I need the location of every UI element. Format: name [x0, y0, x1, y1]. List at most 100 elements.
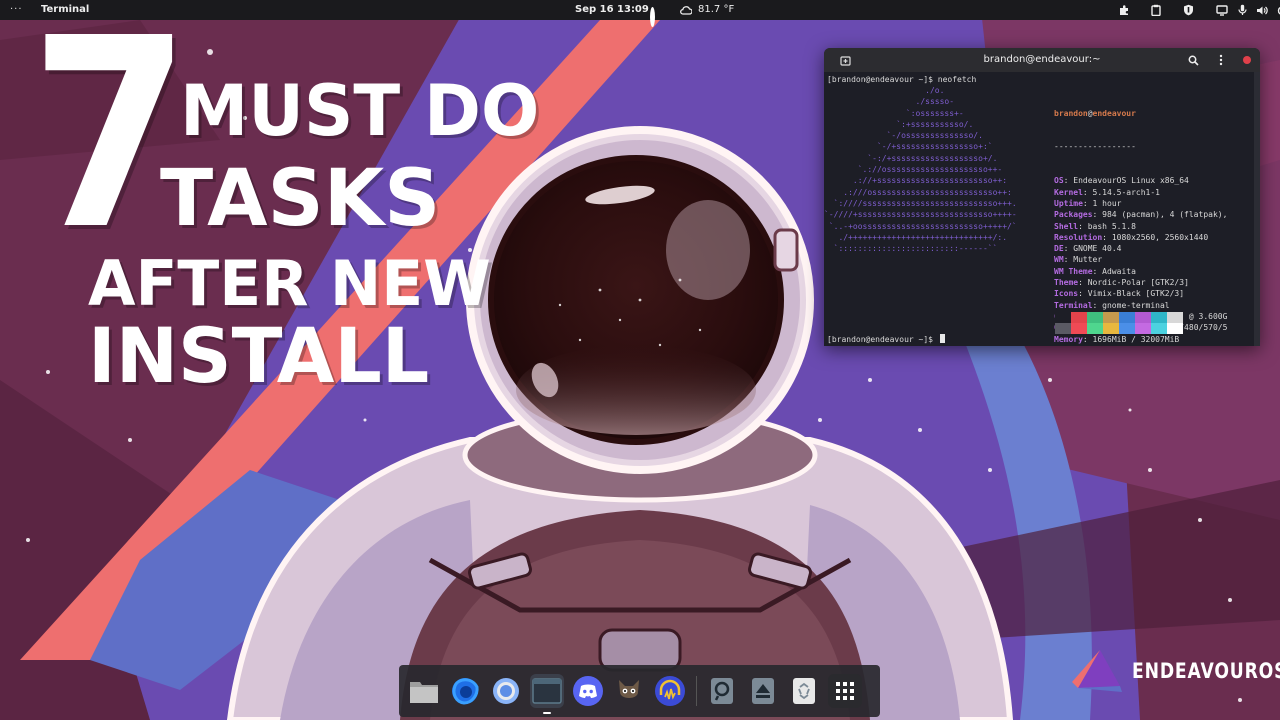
- clipboard-icon[interactable]: [1149, 3, 1163, 17]
- palette-row: [1055, 323, 1183, 334]
- cloud-icon: [680, 6, 692, 15]
- info-value: Nordic-Polar [GTK2/3]: [1087, 278, 1189, 288]
- logo-line: `..-+oosssssssssssssssssssssssso+++++/`: [824, 221, 1017, 231]
- info-key: Packages: [1054, 210, 1093, 220]
- username: brandon: [1054, 108, 1088, 118]
- dock-gimp-app[interactable]: [612, 674, 646, 708]
- headline-line-4: INSTALL: [88, 311, 430, 400]
- active-prompt[interactable]: [brandon@endeavour ~]$: [827, 334, 945, 345]
- terminal-output[interactable]: [brandon@endeavour ~]$ neofetch ./o. ./s…: [824, 72, 1260, 346]
- top-bar: ··· Terminal Sep 16 13:09 81.7 °F: [0, 0, 1280, 27]
- terminal-scrollbar[interactable]: [1254, 72, 1260, 346]
- info-value: Vimix-Black [GTK2/3]: [1087, 289, 1185, 299]
- info-row: Theme: Nordic-Polar [GTK2/3]: [1054, 278, 1189, 288]
- dock-firefox-app[interactable]: [448, 674, 482, 708]
- info-row: Kernel: 5.14.5-arch1-1: [1054, 187, 1160, 197]
- palette-swatch: [1135, 312, 1151, 323]
- palette-swatch: [1119, 323, 1135, 334]
- clock[interactable]: Sep 16 13:09: [575, 0, 649, 20]
- power-icon[interactable]: [1275, 3, 1280, 17]
- info-key: OS: [1054, 176, 1064, 186]
- info-row: WM: Mutter: [1054, 255, 1103, 265]
- headline-line-2: TASKS: [160, 154, 441, 244]
- dock-files-app[interactable]: [407, 674, 441, 708]
- info-row: Resolution: 1080x2560, 2560x1440: [1054, 232, 1209, 242]
- info-key: Shell: [1054, 221, 1079, 231]
- dock-terminal-app[interactable]: [530, 674, 564, 714]
- palette-swatch: [1151, 323, 1167, 334]
- palette-swatch: [1087, 323, 1103, 334]
- dock-eject-app[interactable]: [746, 674, 780, 708]
- info-key: Terminal: [1054, 300, 1093, 310]
- logo-line: `:::::::::::::::::::::::::------``: [824, 244, 998, 254]
- terminal-window[interactable]: brandon@endeavour:~ [brandon@endeavour ~…: [824, 48, 1260, 346]
- menu-button[interactable]: [1214, 53, 1228, 67]
- search-icon: [1188, 55, 1199, 66]
- logo-line: ./o.: [824, 86, 945, 95]
- audio-app-icon: [655, 676, 685, 706]
- volume-icon[interactable]: [1255, 3, 1269, 17]
- display-icon[interactable]: [1215, 3, 1229, 17]
- info-key: WM: [1054, 255, 1064, 265]
- palette-swatch: [1071, 323, 1087, 334]
- weather-indicator[interactable]: 81.7 °F: [680, 0, 734, 20]
- palette-swatch: [1071, 312, 1087, 323]
- dock-chromium-app[interactable]: [489, 674, 523, 708]
- microphone-icon[interactable]: [1235, 3, 1249, 17]
- dock-recorder-app[interactable]: [705, 674, 739, 708]
- info-key: Uptime: [1054, 198, 1083, 208]
- info-value: 984 (pacman), 4 (flatpak),: [1102, 210, 1228, 220]
- neofetch-logo: ./o. ./sssso- `:osssssss+- `:+ssssssssss…: [824, 85, 1017, 254]
- eject-icon: [752, 678, 774, 704]
- palette-swatch: [1087, 312, 1103, 323]
- palette-swatch: [1055, 323, 1071, 334]
- info-row: DE: GNOME 40.4: [1054, 244, 1122, 254]
- close-button[interactable]: [1240, 53, 1254, 67]
- info-row: WM Theme: Adwaita: [1054, 266, 1136, 276]
- color-palette: [1055, 312, 1183, 334]
- info-row: Shell: bash 5.1.8: [1054, 221, 1136, 231]
- recorder-icon: [711, 678, 733, 704]
- info-value: GNOME 40.4: [1073, 244, 1122, 254]
- logo-line: `:////ssssssssssssssssssssssssssso+++.: [824, 198, 1017, 208]
- info-value: Adwaita: [1102, 266, 1136, 276]
- palette-swatch: [1167, 323, 1183, 334]
- info-value: 5.14.5-arch1-1: [1092, 187, 1160, 197]
- shield-icon[interactable]: [1181, 3, 1195, 17]
- terminal-header-bar[interactable]: brandon@endeavour:~: [824, 48, 1260, 72]
- kebab-menu-icon: [1219, 54, 1223, 66]
- palette-swatch: [1103, 312, 1119, 323]
- dock-app-grid[interactable]: [828, 674, 862, 708]
- dock: [399, 665, 880, 717]
- prompt-text: [brandon@endeavour ~]$: [827, 335, 938, 344]
- app-menu[interactable]: Terminal: [41, 0, 89, 20]
- notification-dot: [650, 7, 655, 27]
- info-value: 1696MiB / 32007MiB: [1092, 334, 1180, 344]
- logo-line: `-/ossssssssssssso/.: [824, 131, 983, 141]
- neofetch-info: brandon@endeavour ----------------- OS: …: [1054, 85, 1227, 346]
- dock-trash-app[interactable]: [787, 674, 821, 708]
- activities-button[interactable]: ···: [10, 0, 23, 20]
- dock-discord-app[interactable]: [571, 674, 605, 708]
- palette-swatch: [1119, 312, 1135, 323]
- info-value: Mutter: [1073, 255, 1103, 265]
- user-host-line: brandon@endeavour: [1054, 108, 1227, 119]
- endeavouros-logo-icon: [1072, 650, 1122, 692]
- palette-swatch: [1135, 323, 1151, 334]
- brand-text: ENDEAVOUROS: [1132, 659, 1280, 683]
- info-value: EndeavourOS Linux x86_64: [1073, 176, 1189, 186]
- hostname: endeavour: [1092, 108, 1136, 118]
- palette-row: [1055, 312, 1183, 323]
- extension-icon[interactable]: [1117, 3, 1131, 17]
- search-button[interactable]: [1186, 53, 1200, 67]
- command-prompt: [brandon@endeavour ~]$ neofetch: [827, 75, 977, 84]
- chromium-icon: [493, 678, 519, 704]
- dock-audio-app[interactable]: [653, 674, 687, 708]
- palette-swatch: [1151, 312, 1167, 323]
- headline-line-1: MUST DO: [180, 70, 540, 152]
- info-key: Kernel: [1054, 187, 1083, 197]
- logo-line: `-/+sssssssssssssssso+:`: [824, 142, 993, 152]
- info-row: OS: EndeavourOS Linux x86_64: [1054, 176, 1189, 186]
- info-key: Icons: [1054, 289, 1079, 299]
- app-grid-icon: [836, 682, 854, 700]
